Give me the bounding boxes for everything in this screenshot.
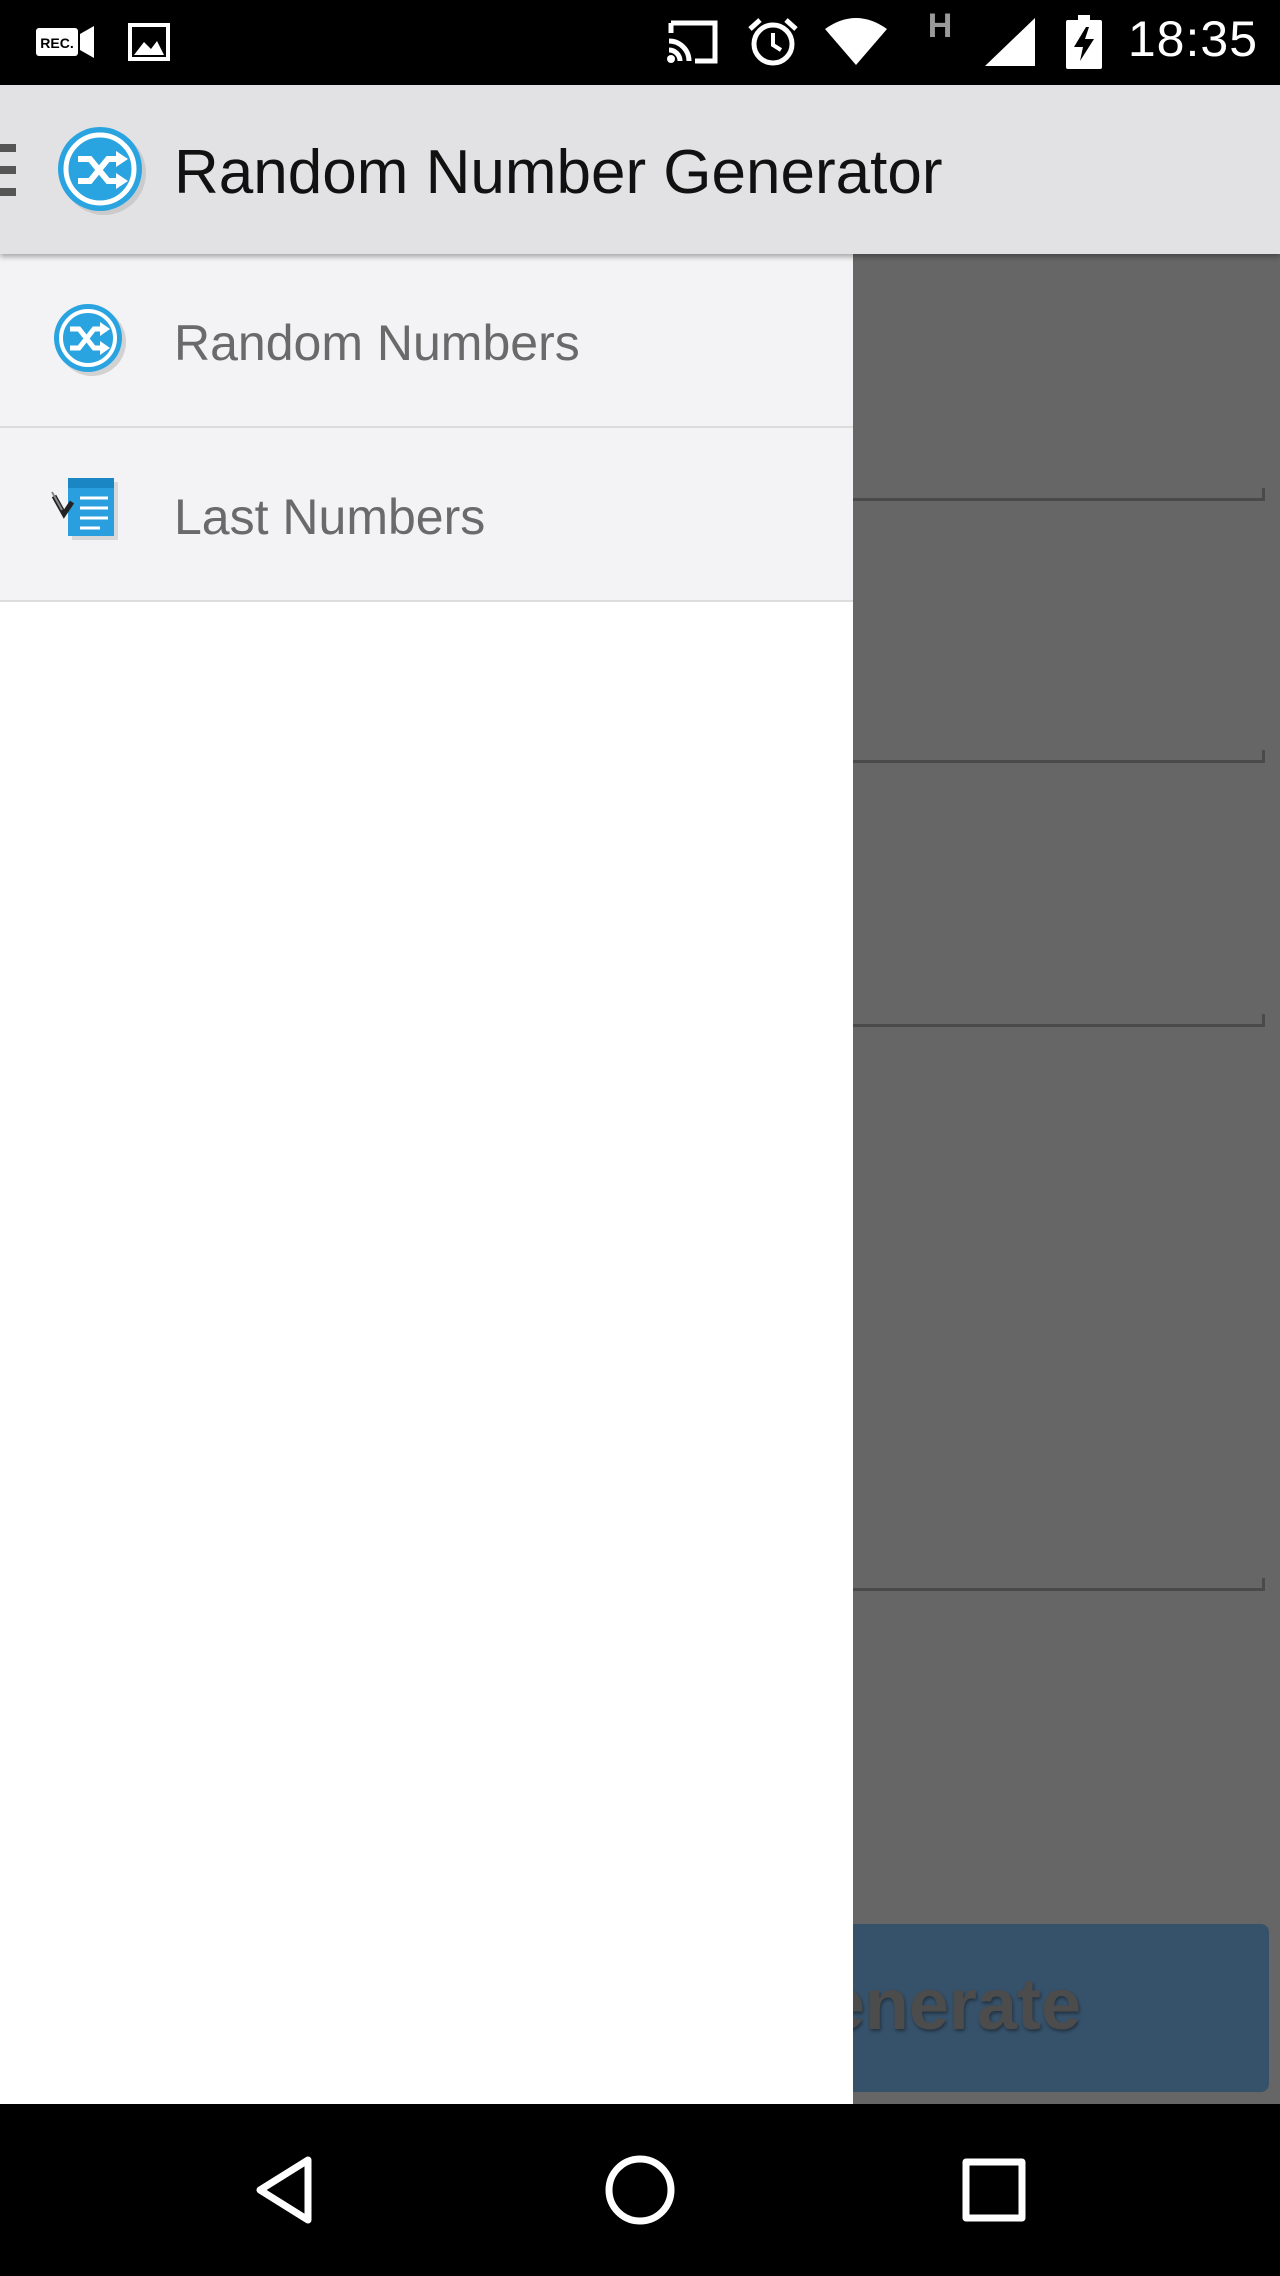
status-bar: REC. H 18:35: [0, 0, 1280, 85]
generate-button: enerate: [780, 1924, 1269, 2092]
cast-icon: [664, 14, 722, 70]
recents-icon[interactable]: [954, 2150, 1034, 2230]
drawer-item-label: Last Numbers: [174, 489, 486, 545]
svg-text:REC.: REC.: [40, 35, 73, 51]
image-icon: [126, 14, 172, 70]
signal-icon: [982, 14, 1038, 70]
drawer-item-label: Random Numbers: [174, 315, 580, 371]
navigation-drawer: Random Numbers Last Numbers: [0, 254, 853, 2104]
input-underline-4: [853, 1578, 1265, 1591]
input-underline-3: [853, 1014, 1265, 1027]
input-underline-2: [853, 750, 1265, 763]
generate-button-label: enerate: [824, 1965, 1081, 2045]
checklist-icon: [50, 474, 130, 554]
alarm-icon: [746, 14, 800, 70]
status-time: 18:35: [1127, 11, 1258, 67]
wifi-icon: [822, 14, 890, 70]
app-bar: Random Number Generator: [0, 85, 1280, 254]
shuffle-icon: [50, 300, 130, 380]
system-nav-bar: [0, 2104, 1280, 2276]
drawer-item-last-numbers[interactable]: Last Numbers: [0, 428, 853, 602]
back-icon[interactable]: [246, 2150, 326, 2230]
shuffle-logo-icon[interactable]: [56, 125, 148, 217]
app-title: Random Number Generator: [174, 138, 943, 207]
rec-icon: REC.: [34, 14, 96, 70]
hamburger-menu-icon[interactable]: [0, 144, 16, 196]
network-type: H: [927, 6, 953, 45]
drawer-item-random-numbers[interactable]: Random Numbers: [0, 254, 853, 428]
home-icon[interactable]: [600, 2150, 680, 2230]
battery-charging-icon: [1064, 14, 1104, 70]
input-underline-1: [853, 488, 1265, 501]
